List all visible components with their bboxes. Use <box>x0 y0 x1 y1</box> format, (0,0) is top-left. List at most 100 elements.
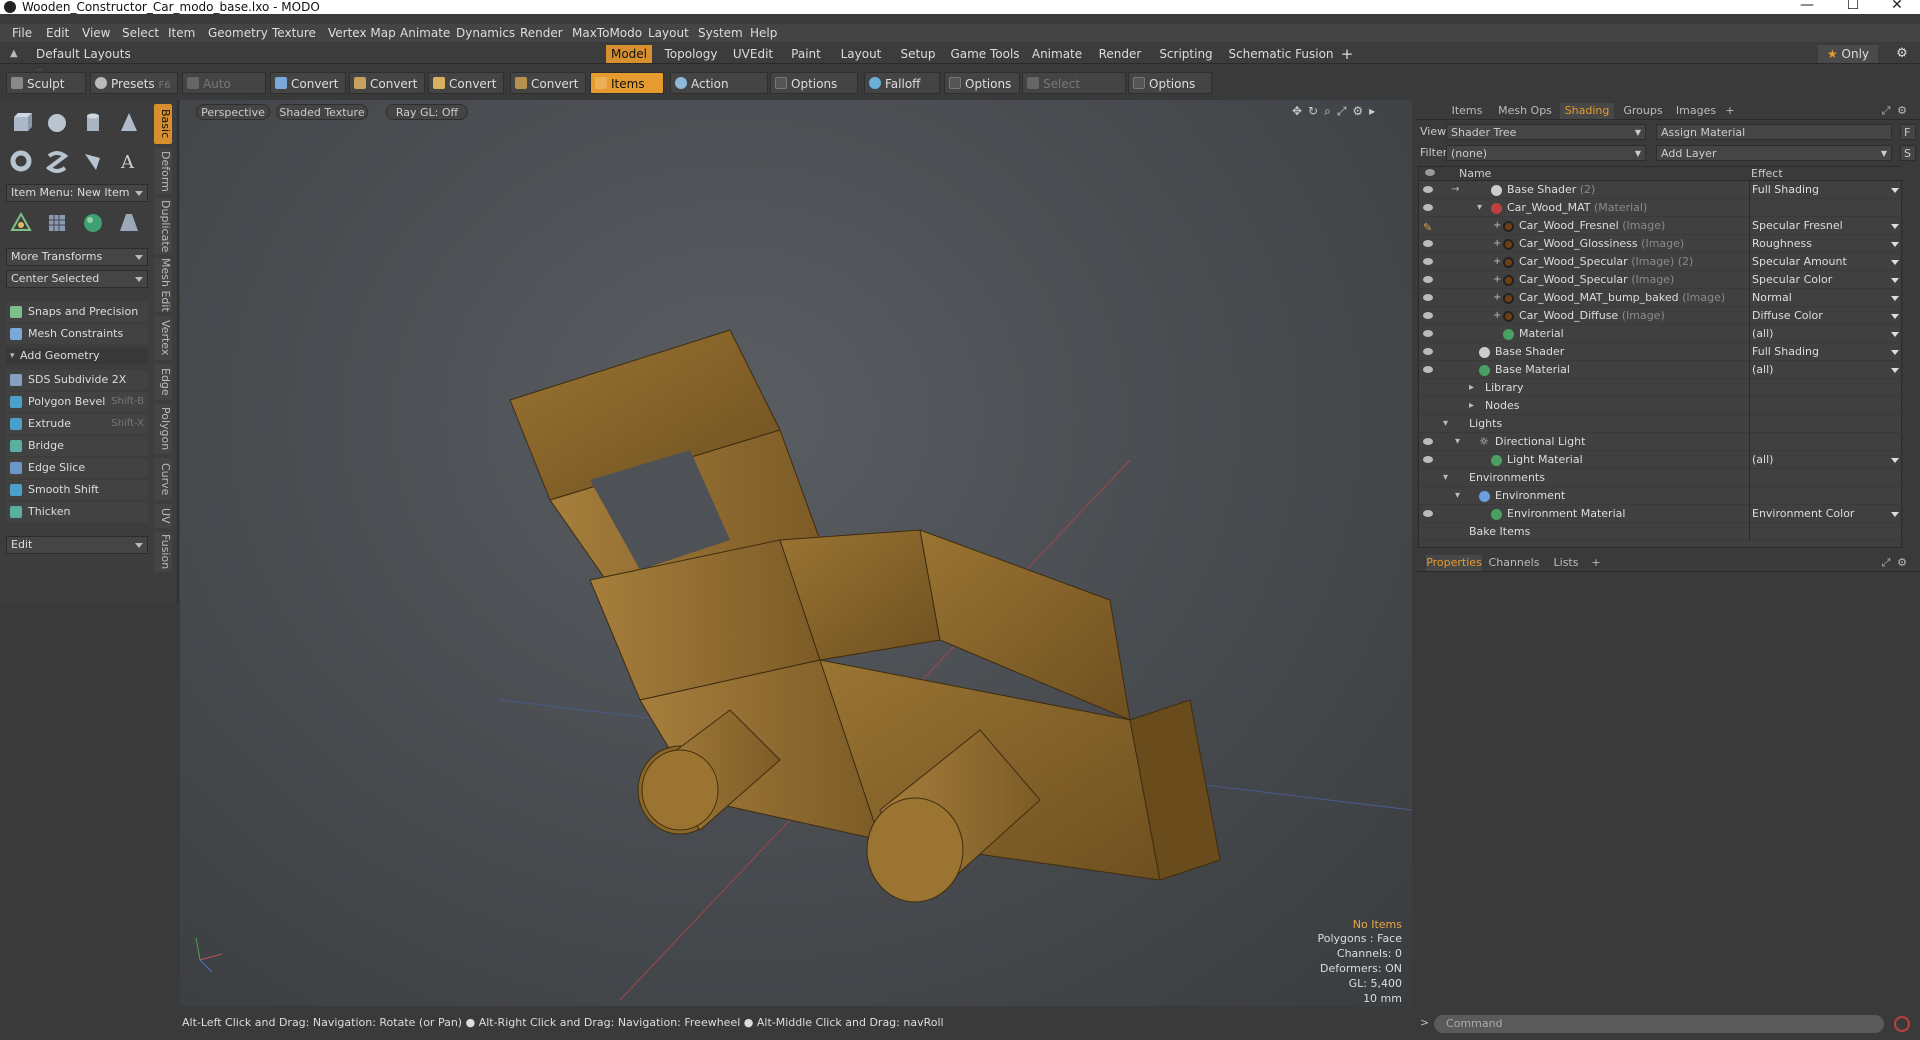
select-through-button[interactable]: Select Through <box>1022 72 1126 113</box>
menu-texture[interactable]: Texture <box>272 24 316 42</box>
eye-icon[interactable] <box>1423 438 1433 445</box>
tab-basic[interactable]: Basic <box>154 104 172 144</box>
effect-dropdown[interactable]: Specular Color <box>1749 271 1903 289</box>
tab-uvedit[interactable]: UVEdit <box>730 45 776 63</box>
eye-icon[interactable] <box>1423 312 1433 319</box>
expand-toggle-icon[interactable]: + <box>1493 307 1501 325</box>
eye-icon[interactable] <box>1423 330 1433 337</box>
view-dropdown[interactable]: Shader Tree ▼ <box>1446 124 1646 140</box>
tab-layout[interactable]: Layout <box>836 45 886 63</box>
tree-row[interactable]: ▾ Environments <box>1419 469 1903 487</box>
close-button[interactable]: ✕ <box>1874 0 1920 16</box>
sds-subdivide-button[interactable]: SDS Subdivide 2X <box>6 370 148 390</box>
eye-icon[interactable] <box>1423 510 1433 517</box>
eye-icon[interactable] <box>1423 294 1433 301</box>
tree-row[interactable]: ✎ + Car_Wood_Fresnel (Image) Specular Fresn… <box>1419 217 1903 235</box>
torus-icon[interactable] <box>6 146 36 176</box>
add-geometry-section[interactable]: ▾ Add Geometry <box>6 348 148 364</box>
tab-shading[interactable]: Shading <box>1560 103 1614 119</box>
gear-icon[interactable]: ⚙ <box>1892 45 1912 63</box>
edit-dropdown[interactable]: Edit <box>6 536 148 554</box>
convert-materials-button[interactable]: Convert <box>510 72 586 94</box>
tab-curve[interactable]: Curve <box>154 458 172 500</box>
menu-item[interactable]: Item <box>168 24 195 42</box>
sphere-icon[interactable] <box>42 108 72 138</box>
effect-column-header[interactable]: Effect <box>1751 167 1783 180</box>
effect-dropdown[interactable]: Full Shading <box>1749 343 1903 361</box>
eye-icon[interactable] <box>1423 276 1433 283</box>
3d-viewport[interactable]: Perspective Shaded Texture Ray GL: Off ✥… <box>180 100 1412 1006</box>
tube-icon[interactable] <box>42 146 72 176</box>
cone-icon[interactable] <box>114 108 144 138</box>
assign-material-button[interactable]: Assign Material <box>1656 124 1892 140</box>
menu-dynamics[interactable]: Dynamics <box>456 24 515 42</box>
expand-icon[interactable]: ⤢ <box>1878 555 1894 571</box>
menu-select[interactable]: Select <box>122 24 159 42</box>
add-layer-dropdown[interactable]: Add Layer ▼ <box>1656 145 1892 161</box>
tree-row[interactable]: ▾ Car_Wood_MAT (Material) <box>1419 199 1903 217</box>
tree-row[interactable]: + Car_Wood_Diffuse (Image) Diffuse Color <box>1419 307 1903 325</box>
tab-setup[interactable]: Setup <box>896 45 940 63</box>
tree-row[interactable]: + Car_Wood_Specular (Image) (2) Specular A… <box>1419 253 1903 271</box>
tab-properties[interactable]: Properties <box>1426 555 1482 571</box>
expand-toggle-icon[interactable]: + <box>1493 253 1501 271</box>
tab-vertex[interactable]: Vertex <box>154 316 172 360</box>
effect-dropdown[interactable]: (all) <box>1749 325 1903 343</box>
tab-mesh-ops[interactable]: Mesh Ops <box>1494 103 1556 119</box>
effect-dropdown[interactable]: Normal <box>1749 289 1903 307</box>
effect-dropdown[interactable]: Specular Fresnel <box>1749 217 1903 235</box>
eye-icon[interactable] <box>1423 258 1433 265</box>
menu-view[interactable]: View <box>82 24 110 42</box>
tab-topology[interactable]: Topology <box>662 45 720 63</box>
minimize-button[interactable]: — <box>1784 0 1830 16</box>
convert-polygons-button[interactable]: Convert <box>428 72 504 94</box>
options-button-3[interactable]: Options <box>1128 72 1212 94</box>
text-icon[interactable]: A <box>114 146 144 176</box>
eye-icon[interactable] <box>1423 204 1433 211</box>
default-layouts-dropdown[interactable]: Default Layouts ▾ <box>36 45 132 79</box>
polygon-bevel-button[interactable]: Polygon Bevel Shift-B <box>6 392 148 412</box>
globe-icon[interactable] <box>78 208 108 238</box>
expand-toggle-icon[interactable]: ▾ <box>1443 469 1448 487</box>
tab-lists[interactable]: Lists <box>1546 555 1586 571</box>
eye-icon[interactable] <box>1423 456 1433 463</box>
layout-switch-icon[interactable]: ▲ <box>10 48 18 59</box>
effect-dropdown[interactable]: Diffuse Color <box>1749 307 1903 325</box>
snaps-precision-button[interactable]: Snaps and Precision <box>6 302 148 322</box>
command-input[interactable]: Command <box>1434 1015 1884 1033</box>
record-icon[interactable] <box>1894 1016 1910 1032</box>
tree-row[interactable]: Environment Material Environment Color <box>1419 505 1903 523</box>
tab-channels[interactable]: Channels <box>1486 555 1542 571</box>
effect-dropdown[interactable]: Specular Amount <box>1749 253 1903 271</box>
tree-row[interactable]: ▸ Nodes <box>1419 397 1903 415</box>
eye-icon[interactable] <box>1423 240 1433 247</box>
tab-items[interactable]: Items <box>1444 103 1490 119</box>
perspective-grid-icon[interactable] <box>114 208 144 238</box>
tab-paint[interactable]: Paint <box>786 45 826 63</box>
tree-row[interactable]: ▾ ☼ Directional Light <box>1419 433 1903 451</box>
expand-toggle-icon[interactable]: ▸ <box>1469 379 1474 397</box>
tab-duplicate[interactable]: Duplicate <box>154 198 172 254</box>
menu-vertex-map[interactable]: Vertex Map <box>328 24 396 42</box>
add-tab-button[interactable]: + <box>1336 45 1358 63</box>
tree-row[interactable]: Bake Items <box>1419 523 1903 541</box>
tab-animate[interactable]: Animate <box>1030 45 1084 63</box>
falloff-button[interactable]: Falloff <box>864 72 940 94</box>
gear-icon[interactable]: ⚙ <box>1894 555 1910 571</box>
tab-uv[interactable]: UV <box>154 504 172 528</box>
tab-game-tools[interactable]: Game Tools <box>950 45 1020 63</box>
menu-layout[interactable]: Layout <box>648 24 689 42</box>
item-menu-dropdown[interactable]: Item Menu: New Item <box>6 184 148 202</box>
cylinder-icon[interactable] <box>78 108 108 138</box>
tab-schematic-fusion[interactable]: Schematic Fusion <box>1226 45 1336 63</box>
auto-select-button[interactable]: Auto Select <box>182 72 266 113</box>
gear-icon[interactable]: ⚙ <box>1894 103 1910 119</box>
s-button[interactable]: S <box>1900 145 1916 161</box>
cube-icon[interactable] <box>6 108 36 138</box>
eye-icon[interactable] <box>1423 348 1433 355</box>
menu-maxtomodo[interactable]: MaxToModo <box>572 24 642 42</box>
extrude-button[interactable]: Extrude Shift-X <box>6 414 148 434</box>
bridge-button[interactable]: Bridge <box>6 436 148 456</box>
more-transforms-dropdown[interactable]: More Transforms <box>6 248 148 266</box>
tab-deform[interactable]: Deform <box>154 148 172 194</box>
